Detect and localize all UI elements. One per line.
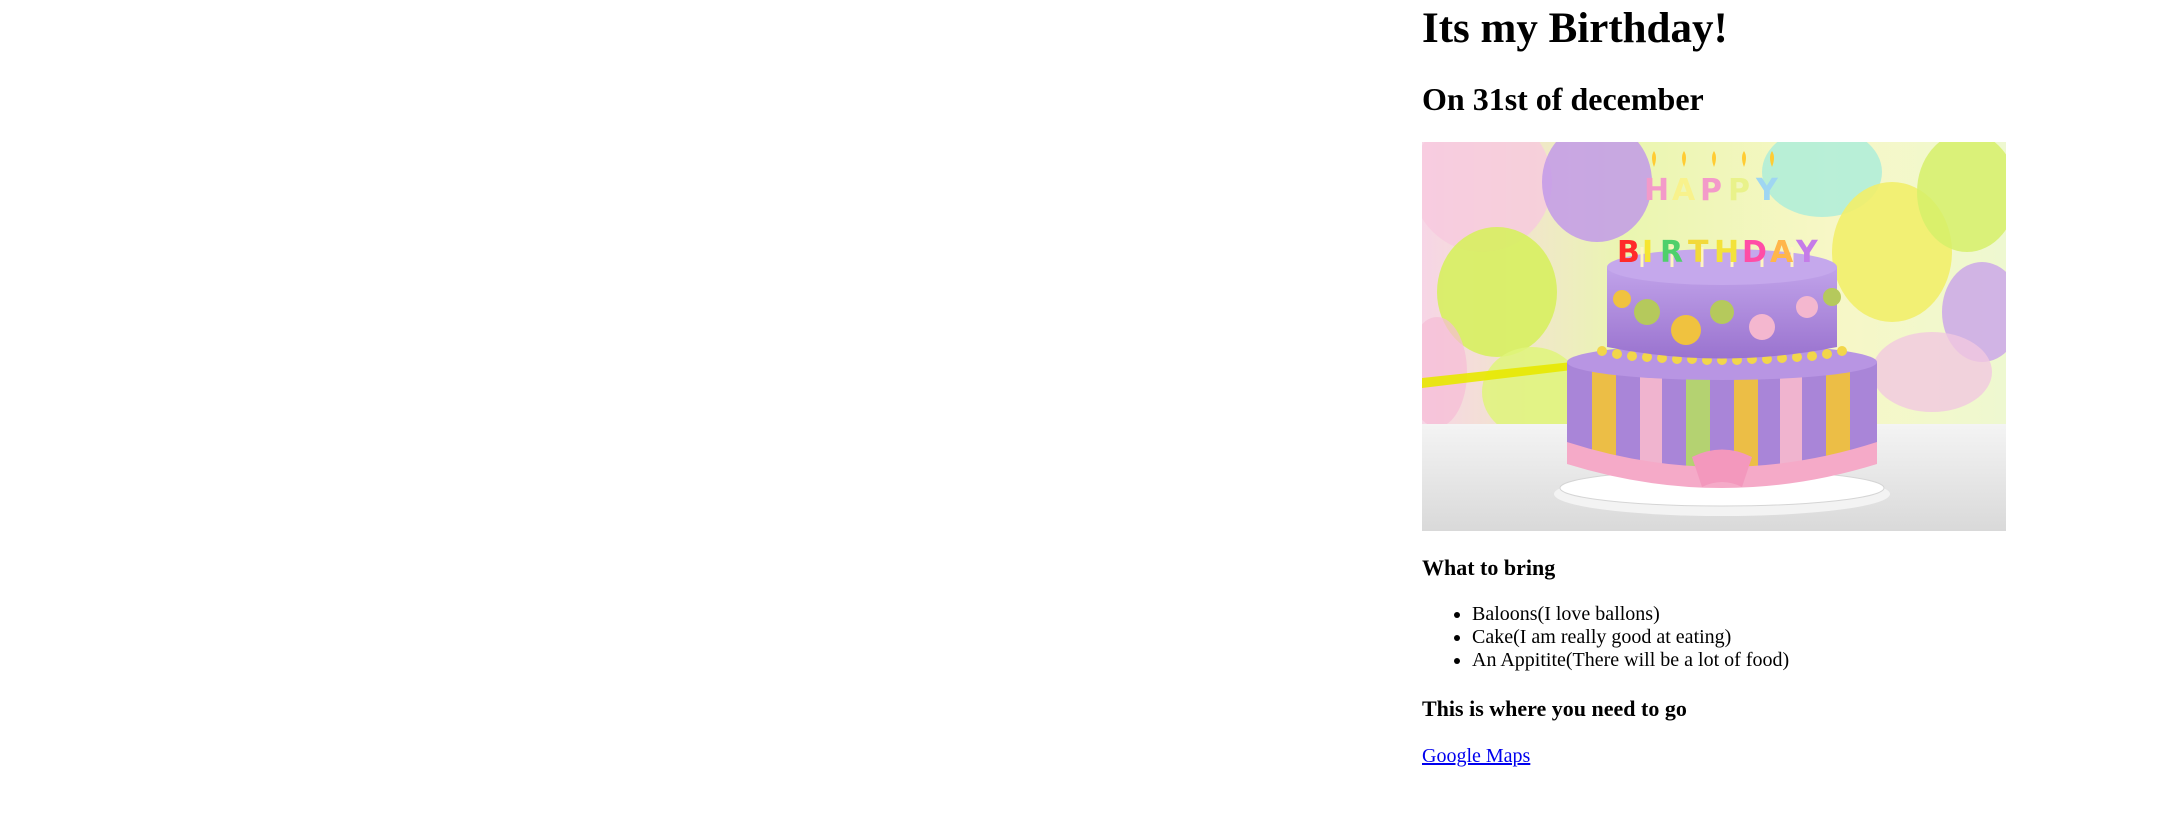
- svg-text:R: R: [1660, 235, 1683, 270]
- svg-text:I: I: [1642, 235, 1653, 270]
- svg-text:P: P: [1700, 173, 1722, 208]
- bring-heading: What to bring: [1422, 555, 1556, 580]
- svg-text:A: A: [1672, 173, 1696, 208]
- bring-list: Baloons(I love ballons) Cake(I am really…: [1422, 603, 2122, 672]
- svg-text:H: H: [1644, 173, 1669, 208]
- list-item: Baloons(I love ballons): [1472, 603, 2122, 626]
- svg-text:Y: Y: [1755, 173, 1779, 208]
- page-title: Its my Birthday!: [1422, 5, 1728, 52]
- svg-text:D: D: [1742, 235, 1767, 270]
- google-maps-link[interactable]: Google Maps: [1422, 745, 1530, 768]
- birthday-cake-image: H A P P Y B I R T H D A Y: [1422, 142, 2006, 531]
- svg-text:A: A: [1770, 235, 1794, 270]
- page-content: Its my Birthday! On 31st of december H A…: [1422, 0, 2122, 768]
- svg-text:Y: Y: [1795, 235, 1819, 270]
- svg-text:P: P: [1728, 173, 1750, 208]
- svg-text:H: H: [1714, 235, 1739, 270]
- svg-text:B: B: [1617, 235, 1640, 270]
- list-item: Cake(I am really good at eating): [1472, 626, 2122, 649]
- page-subtitle: On 31st of december: [1422, 81, 1704, 117]
- svg-text:T: T: [1688, 235, 1709, 270]
- directions-heading: This is where you need to go: [1422, 696, 1687, 721]
- list-item: An Appitite(There will be a lot of food): [1472, 649, 2122, 672]
